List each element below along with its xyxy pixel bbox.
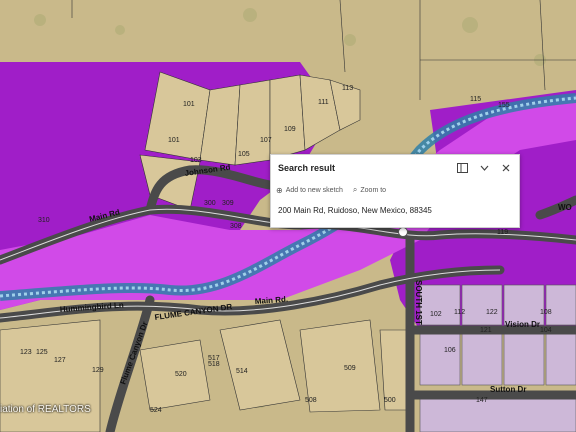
parcel-label: 121	[480, 327, 492, 334]
result-address[interactable]: 200 Main Rd, Ruidoso, New Mexico, 88345	[278, 206, 432, 215]
parcel-label: 111	[318, 99, 329, 106]
parcel-label: 101	[183, 101, 195, 108]
dock-icon[interactable]	[455, 161, 469, 175]
label-wo: WO	[558, 203, 572, 212]
parcels-southeast	[419, 284, 576, 432]
parcel-label: 309	[222, 200, 234, 207]
parcel-label: 106	[444, 347, 456, 354]
label-vision-dr: Vision Dr	[505, 320, 540, 329]
parcel-label: 308	[230, 223, 242, 230]
add-to-sketch-icon: ⊕	[276, 185, 283, 195]
label-sutton-dr: Sutton Dr	[490, 385, 526, 394]
parcel-label: 147	[476, 397, 488, 404]
popup-title: Search result	[278, 163, 336, 173]
parcel-label: 300	[204, 200, 216, 207]
popup-actions: ⊕ Add to new sketch ⌕ Zoom to	[276, 185, 386, 195]
parcel-label: 101	[168, 137, 180, 144]
parcel-label: 524	[150, 407, 162, 414]
parcel-label: 119	[497, 229, 508, 236]
parcel-label: 104	[540, 327, 552, 334]
add-to-sketch-label: Add to new sketch	[285, 186, 343, 194]
parcel-label: 509	[344, 365, 356, 372]
map-attribution: iation of REALTORS	[0, 404, 91, 415]
parcel-label: 109	[284, 126, 296, 133]
parcel-label: 103	[190, 157, 202, 164]
parcel-label: 514	[236, 368, 248, 375]
search-result-pin[interactable]	[398, 227, 408, 237]
parcel-label: 102	[430, 311, 442, 318]
parcel-label: 520	[175, 371, 187, 378]
label-south-1st: SOUTH 1ST	[414, 280, 423, 325]
parcel-label: 108	[540, 309, 552, 316]
zoom-to-button[interactable]: ⌕ Zoom to	[353, 185, 386, 195]
parcel-label: 125	[36, 349, 48, 356]
search-result-popup: Search result ⊕ Add to new sketch ⌕ Zoom…	[270, 154, 520, 228]
parcel-label: 500	[384, 397, 396, 404]
parcel-label: 107	[260, 137, 272, 144]
parcel-label: 122	[486, 309, 498, 316]
chevron-down-icon[interactable]	[477, 161, 491, 175]
parcel-label: 105	[238, 151, 250, 158]
parcel-label: 113	[342, 85, 353, 92]
close-icon[interactable]	[499, 161, 513, 175]
parcel-label: 518	[208, 361, 220, 368]
parcel-label: 123	[20, 349, 32, 356]
parcel-label: 155	[498, 102, 510, 109]
add-to-sketch-button[interactable]: ⊕ Add to new sketch	[276, 185, 343, 195]
parcel-label: 112	[454, 309, 465, 316]
parcel-label: 508	[305, 397, 317, 404]
popup-controls	[455, 161, 513, 175]
zoom-to-icon: ⌕	[352, 185, 358, 194]
parcel-label: 310	[38, 217, 50, 224]
parcel-label: 115	[470, 96, 481, 103]
zoom-to-label: Zoom to	[360, 186, 387, 194]
parcel-label: 127	[54, 357, 66, 364]
parcel-label: 129	[92, 367, 104, 374]
